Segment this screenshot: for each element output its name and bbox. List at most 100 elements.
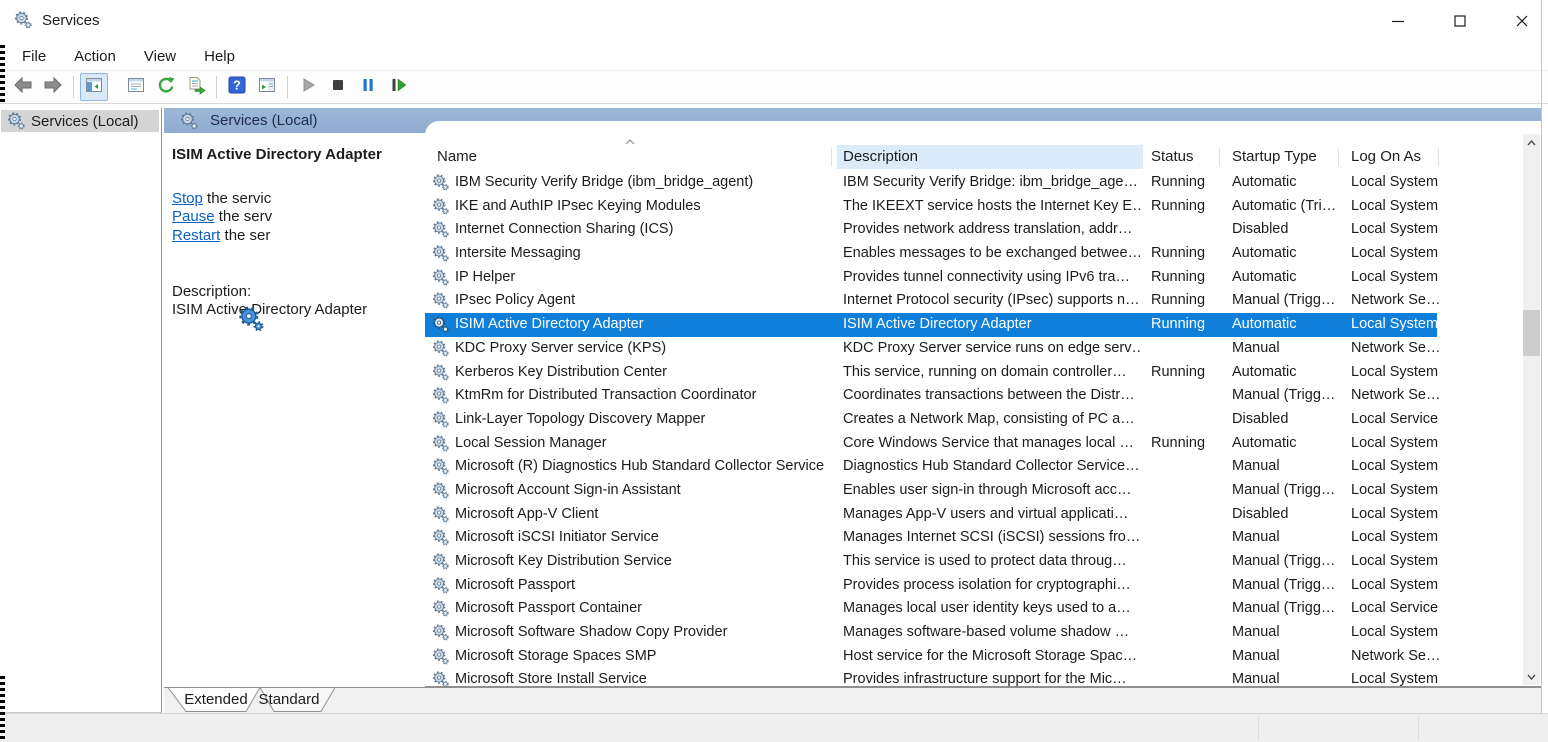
console-tree-icon [84, 75, 104, 100]
table-row[interactable]: Local Session Manager Core Windows Servi… [425, 432, 1523, 456]
cell-log-on-as: Local System [1351, 316, 1439, 333]
service-gear-icon [432, 242, 452, 269]
table-row[interactable]: Microsoft Storage Spaces SMP Host servic… [425, 645, 1523, 669]
menu-help[interactable]: Help [192, 44, 247, 69]
service-gear-icon [432, 195, 452, 222]
status-strip-divider [1258, 716, 1259, 741]
back-button[interactable] [9, 73, 37, 101]
menu-file[interactable]: File [10, 44, 58, 69]
table-row[interactable]: Microsoft (R) Diagnostics Hub Standard C… [425, 455, 1523, 479]
cell-startup-type: Automatic [1232, 434, 1297, 451]
table-row[interactable]: Microsoft Store Install Service Provides… [425, 668, 1523, 687]
cell-description: Host service for the Microsoft Storage S… [843, 647, 1138, 664]
tab-standard[interactable]: Standard [256, 691, 322, 708]
service-gear-icon [432, 361, 452, 388]
start-service-button[interactable] [294, 73, 322, 101]
properties-button[interactable] [122, 73, 150, 101]
column-resize-handle[interactable] [831, 148, 832, 166]
table-row[interactable]: IKE and AuthIP IPsec Keying Modules The … [425, 195, 1523, 219]
cell-status [1151, 597, 1226, 621]
cell-log-on-as: Network Se… [1351, 647, 1441, 664]
scrollbar-thumb[interactable] [1523, 310, 1540, 356]
table-row[interactable]: Microsoft App-V Client Manages App-V use… [425, 503, 1523, 527]
cell-log-on-as: Local Service [1351, 410, 1439, 427]
cell-name: Internet Connection Sharing (ICS) [455, 221, 674, 238]
cell-status: Running [1151, 197, 1206, 214]
cell-name: Kerberos Key Distribution Center [455, 363, 667, 380]
vertical-scrollbar[interactable] [1523, 134, 1540, 685]
cell-name: Microsoft Storage Spaces SMP [455, 647, 657, 664]
cell-name: IPsec Policy Agent [455, 292, 576, 309]
cell-log-on-as: Network Se… [1351, 339, 1441, 356]
show-action-pane-button[interactable] [253, 73, 281, 101]
stop-service-line: Stop the servic [172, 190, 298, 207]
start-icon [298, 75, 318, 100]
tree-item-services-local[interactable]: Services (Local) [1, 110, 159, 132]
chevron-up-icon [1527, 139, 1536, 145]
help-button[interactable]: ? [223, 73, 251, 101]
cell-description: This service is used to protect data thr… [843, 553, 1127, 569]
cell-status: Running [1151, 174, 1206, 190]
cell-description: ISIM Active Directory Adapter [843, 316, 1032, 333]
column-resize-handle[interactable] [1338, 148, 1339, 166]
pause-service-link[interactable]: Pause [172, 208, 215, 225]
table-row[interactable]: KDC Proxy Server service (KPS) KDC Proxy… [425, 337, 1523, 361]
maximize-button[interactable] [1434, 0, 1486, 42]
table-row[interactable]: Kerberos Key Distribution Center This se… [425, 361, 1523, 385]
column-header-status[interactable]: Status [1151, 145, 1219, 169]
export-list-button[interactable] [182, 73, 210, 101]
table-row[interactable]: Microsoft Software Shadow Copy Provider … [425, 621, 1523, 645]
restart-service-link[interactable]: Restart [172, 227, 220, 244]
column-resize-handle[interactable] [1219, 148, 1220, 166]
pause-service-button[interactable] [354, 73, 382, 101]
close-icon [1516, 15, 1528, 27]
table-row[interactable]: IPsec Policy Agent Internet Protocol sec… [425, 289, 1523, 313]
column-header-name[interactable]: Name [437, 145, 829, 169]
scroll-up-button[interactable] [1523, 134, 1540, 151]
restart-service-button[interactable] [384, 73, 412, 101]
tab-extended[interactable]: Extended [183, 691, 249, 708]
cell-log-on-as: Local System [1351, 434, 1439, 451]
column-header-description[interactable]: Description [837, 145, 1143, 169]
table-row[interactable]: ISIM Active Directory Adapter ISIM Activ… [425, 313, 1523, 337]
table-row[interactable]: Microsoft Passport Container Manages loc… [425, 597, 1523, 621]
cell-name: IKE and AuthIP IPsec Keying Modules [455, 197, 701, 214]
restart-service-line: Restart the ser [172, 227, 298, 244]
column-header-log-on-as[interactable]: Log On As [1351, 145, 1437, 169]
cell-startup-type: Manual (Trigg… [1232, 481, 1336, 498]
forward-button[interactable] [39, 73, 67, 101]
stop-service-button[interactable] [324, 73, 352, 101]
stop-service-link[interactable]: Stop [172, 190, 203, 207]
action-pane-icon [257, 75, 277, 100]
column-header-startup-type[interactable]: Startup Type [1232, 145, 1338, 169]
table-row[interactable]: Internet Connection Sharing (ICS) Provid… [425, 218, 1523, 242]
table-row[interactable]: IP Helper Provides tunnel connectivity u… [425, 266, 1523, 290]
table-row[interactable]: Microsoft Key Distribution Service This … [425, 550, 1523, 574]
cell-name: Intersite Messaging [455, 245, 581, 262]
cell-startup-type: Manual [1232, 458, 1280, 475]
services-list-panel: Name Description Status Startup Type Log… [425, 121, 1541, 687]
service-gear-icon [432, 526, 452, 553]
column-resize-handle[interactable] [1438, 148, 1439, 166]
scroll-down-button[interactable] [1523, 668, 1540, 685]
table-row[interactable]: Microsoft Passport Provides process isol… [425, 574, 1523, 598]
cell-log-on-as: Local System [1351, 671, 1439, 687]
cell-log-on-as: Local System [1351, 221, 1439, 238]
table-row[interactable]: Link-Layer Topology Discovery Mapper Cre… [425, 408, 1523, 432]
table-row[interactable]: KtmRm for Distributed Transaction Coordi… [425, 384, 1523, 408]
tab-strip-border [164, 687, 1541, 688]
properties-icon [126, 75, 146, 100]
table-row[interactable]: Microsoft iSCSI Initiator Service Manage… [425, 526, 1523, 550]
minimize-button[interactable] [1372, 0, 1424, 42]
table-row[interactable]: IBM Security Verify Bridge (ibm_bridge_a… [425, 171, 1523, 195]
cell-log-on-as: Local System [1351, 268, 1439, 285]
selected-service-title: ISIM Active Directory Adapter [172, 146, 382, 163]
show-console-tree-button[interactable] [80, 73, 108, 101]
table-row[interactable]: Microsoft Account Sign-in Assistant Enab… [425, 479, 1523, 503]
menu-view[interactable]: View [132, 44, 188, 69]
window-title: Services [42, 12, 100, 29]
table-row[interactable]: Intersite Messaging Enables messages to … [425, 242, 1523, 266]
refresh-button[interactable] [152, 73, 180, 101]
menu-action[interactable]: Action [62, 44, 128, 69]
export-list-icon [186, 75, 206, 100]
